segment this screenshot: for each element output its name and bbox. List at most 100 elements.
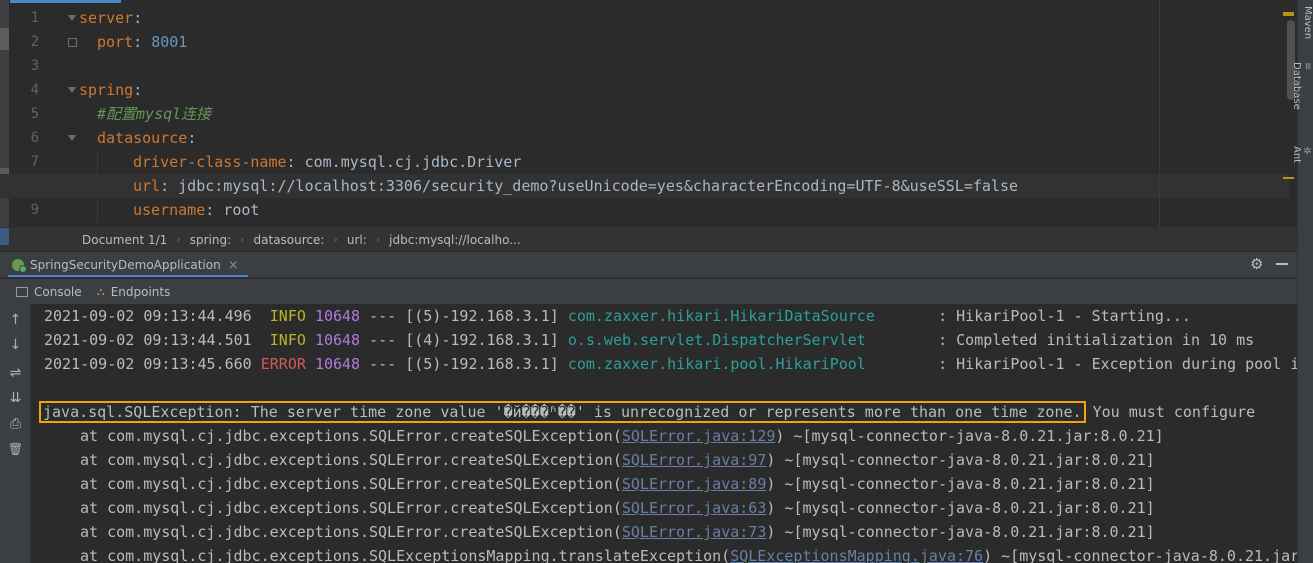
- line-number: 4: [30, 82, 39, 98]
- error-stripe-marker[interactable]: [1283, 177, 1294, 179]
- run-config-tab[interactable]: SpringSecurityDemoApplication ×: [8, 255, 243, 275]
- fold-toggle-icon[interactable]: [68, 15, 76, 21]
- breadcrumb-left-marker: [0, 228, 9, 245]
- code-line[interactable]: server:: [79, 6, 1289, 30]
- active-tab-indicator: [8, 275, 248, 277]
- breadcrumb-separator-icon: ›: [176, 233, 181, 246]
- breadcrumb-separator-icon: ›: [375, 233, 381, 246]
- yaml-key: username: [133, 201, 206, 219]
- log-pid: 10648: [314, 331, 361, 349]
- log-thread: [(5)-192.168.3.1]: [405, 307, 559, 325]
- yaml-value: 8001: [151, 33, 188, 51]
- spring-boot-icon: [12, 259, 27, 273]
- database-tool-button[interactable]: ≡ Database: [1291, 62, 1313, 110]
- ant-tool-button[interactable]: ✲ Ant: [1291, 146, 1313, 163]
- run-sub-tabs: Console ⛬ Endpoints: [0, 279, 1297, 304]
- stack-trace-line: at com.mysql.cj.jdbc.exceptions.SQLError…: [31, 472, 1297, 496]
- source-link[interactable]: SQLExceptionsMapping.java:76: [730, 547, 983, 563]
- right-tool-strip: Maven ≡ Database ✲ Ant: [1291, 0, 1313, 563]
- endpoints-icon: ⛬: [97, 285, 105, 298]
- log-line: 2021-09-02 09:13:44.496 INFO 10648 --- […: [31, 304, 1297, 328]
- fold-toggle-icon[interactable]: [68, 135, 76, 141]
- tab-endpoints[interactable]: ⛬ Endpoints: [97, 283, 170, 301]
- yaml-colon: :: [286, 153, 305, 171]
- source-link[interactable]: SQLError.java:97: [622, 451, 767, 469]
- code-line[interactable]: datasource:: [79, 126, 1289, 150]
- inspection-marker[interactable]: [1283, 12, 1294, 16]
- exception-rest: You must configure: [1083, 403, 1256, 421]
- source-link[interactable]: SQLError.java:73: [622, 523, 767, 541]
- trace-frame: at com.mysql.cj.jdbc.exceptions.SQLError…: [80, 451, 622, 469]
- fold-toggle-icon[interactable]: [68, 87, 76, 93]
- log-message: : HikariPool-1 - Exception during pool i: [929, 355, 1297, 373]
- line-number: 5: [30, 106, 39, 122]
- yaml-key: datasource: [97, 129, 188, 147]
- run-tool-window-header: SpringSecurityDemoApplication × ⚙: [0, 252, 1297, 278]
- code-line[interactable]: url: jdbc:mysql://localhost:3306/securit…: [0, 174, 1289, 198]
- log-separator: ---: [360, 307, 406, 325]
- source-link[interactable]: SQLError.java:89: [622, 475, 767, 493]
- maven-tool-button[interactable]: Maven: [1299, 6, 1313, 39]
- down-arrow-icon[interactable]: ↓: [7, 337, 24, 354]
- breadcrumb-item[interactable]: url:: [347, 233, 367, 247]
- breadcrumb-item[interactable]: spring:: [190, 233, 231, 247]
- close-tab-icon[interactable]: ×: [228, 258, 239, 273]
- breadcrumb-item[interactable]: Document 1/1: [82, 233, 167, 247]
- yaml-colon: :: [133, 9, 143, 27]
- yaml-value: root: [223, 201, 260, 219]
- breadcrumb-separator-icon: ›: [240, 233, 245, 246]
- ant-label: Ant: [1291, 146, 1302, 164]
- log-level: ERROR: [260, 355, 306, 373]
- log-logger[interactable]: com.zaxxer.hikari.pool.HikariPool: [568, 355, 929, 373]
- code-editor[interactable]: 1 2 3 4 5 6 7 8 9 server:port: 8001sprin…: [0, 0, 1297, 227]
- right-margin-guide: [1159, 0, 1160, 227]
- source-link[interactable]: SQLError.java:129: [622, 427, 776, 445]
- line-number: 9: [30, 202, 39, 218]
- log-separator: ---: [360, 331, 406, 349]
- source-link[interactable]: SQLError.java:63: [622, 499, 767, 517]
- log-thread: [(5)-192.168.3.1]: [405, 355, 559, 373]
- database-label: Database: [1291, 62, 1302, 110]
- soft-wrap-icon[interactable]: ⇌: [7, 365, 24, 382]
- code-line[interactable]: driver-class-name: com.mysql.cj.jdbc.Dri…: [79, 150, 1289, 174]
- yaml-colon: :: [133, 81, 143, 99]
- log-line: 2021-09-02 09:13:45.660 ERROR 10648 --- …: [31, 352, 1297, 376]
- code-line[interactable]: [79, 54, 1289, 78]
- yaml-key: port: [97, 33, 134, 51]
- print-icon[interactable]: ⎙: [7, 416, 24, 433]
- trash-icon[interactable]: 🗑: [7, 441, 24, 458]
- tab-console[interactable]: Console: [16, 283, 82, 301]
- yaml-colon: :: [205, 201, 224, 219]
- stack-trace-line: at com.mysql.cj.jdbc.exceptions.SQLError…: [31, 496, 1297, 520]
- up-arrow-icon[interactable]: ↑: [7, 312, 24, 329]
- code-line[interactable]: spring:: [79, 78, 1289, 102]
- stack-trace-line: at com.mysql.cj.jdbc.exceptions.SQLExcep…: [31, 544, 1297, 563]
- code-lines[interactable]: server: port: 8001 spring: #配置mysql连接 dataso…: [0, 6, 1289, 222]
- log-timestamp: 2021-09-02 09:13:44.501: [44, 331, 252, 349]
- breadcrumb-item[interactable]: jdbc:mysql://localho...: [389, 233, 520, 247]
- code-line[interactable]: port: 8001: [79, 30, 1289, 54]
- line-number: 3: [30, 58, 39, 74]
- trace-jar: ) ~[mysql-connector-java-8.0.21.jar:8.0.…: [766, 499, 1155, 517]
- maven-label: Maven: [1302, 6, 1313, 40]
- stack-trace-line: at com.mysql.cj.jdbc.exceptions.SQLError…: [31, 520, 1297, 544]
- console-output[interactable]: 2021-09-02 09:13:44.496 INFO 10648 --- […: [31, 304, 1297, 563]
- yaml-key: url: [133, 177, 161, 195]
- tool-strip-marker: [0, 28, 9, 50]
- log-logger[interactable]: com.zaxxer.hikari.HikariDataSource: [568, 307, 929, 325]
- yaml-colon: :: [187, 129, 197, 147]
- log-pid: 10648: [314, 355, 361, 373]
- code-line[interactable]: #配置mysql连接: [79, 102, 1289, 126]
- fold-end-icon[interactable]: [68, 38, 77, 47]
- minimize-icon[interactable]: [1276, 263, 1288, 265]
- code-line[interactable]: username: root: [79, 198, 1289, 222]
- scroll-to-end-icon[interactable]: ⇊: [7, 390, 24, 407]
- ant-icon: ✲: [1302, 146, 1313, 157]
- line-number: 6: [30, 130, 39, 146]
- trace-frame: at com.mysql.cj.jdbc.exceptions.SQLError…: [80, 523, 622, 541]
- gear-icon[interactable]: ⚙: [1250, 255, 1263, 273]
- exception-line: java.sql.SQLException: The server time z…: [31, 400, 1297, 424]
- breadcrumb-item[interactable]: datasource:: [254, 233, 325, 247]
- log-logger[interactable]: o.s.web.servlet.DispatcherServlet: [568, 331, 929, 349]
